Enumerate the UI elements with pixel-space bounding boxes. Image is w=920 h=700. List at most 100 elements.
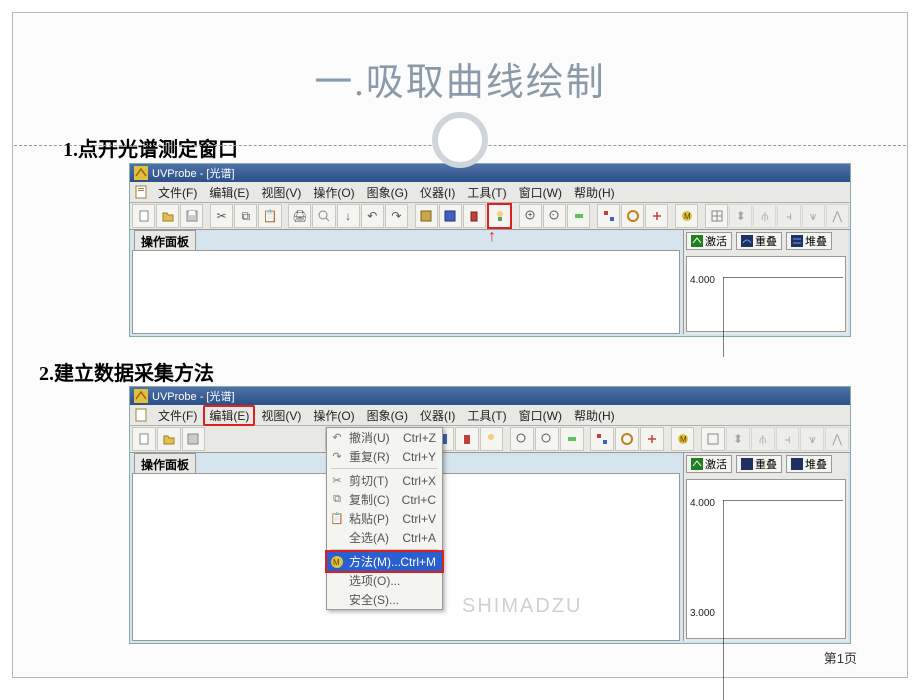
method-m2-icon[interactable]: M <box>671 427 695 451</box>
grid2-icon[interactable] <box>701 427 725 451</box>
menu-file[interactable]: 文件(F) <box>152 183 203 202</box>
menubar: 文件(F) 编辑(E) 视图(V) 操作(O) 图象(G) 仪器(I) 工具(T… <box>130 182 850 203</box>
menu-edit-highlighted[interactable]: 编辑(E) <box>203 405 255 426</box>
graph-preview: 4.000 <box>686 256 846 332</box>
grid-icon[interactable] <box>705 204 728 228</box>
menubar-2: 文件(F) 编辑(E) 视图(V) 操作(O) 图象(G) 仪器(I) 工具(T… <box>130 405 850 426</box>
tool-b2-icon[interactable] <box>615 427 639 451</box>
slide: 一.吸取曲线绘制 1.点开光谱测定窗口 UVProbe - [光谱] 文件(F)… <box>12 12 908 678</box>
peak3-icon[interactable]: ⫞ <box>777 204 800 228</box>
menu-tools-2[interactable]: 工具(T) <box>461 406 512 425</box>
screenshot-1: UVProbe - [光谱] 文件(F) 编辑(E) 视图(V) 操作(O) 图… <box>129 163 851 337</box>
dd-redo[interactable]: ↷重复(R)Ctrl+Y <box>327 447 442 466</box>
overlay-button-2[interactable]: 重叠 <box>736 455 782 473</box>
dd-undo[interactable]: ↶撤消(U)Ctrl+Z <box>327 428 442 447</box>
svg-text:M: M <box>684 212 691 221</box>
activate-button[interactable]: 激活 <box>686 232 732 250</box>
tool-a-icon[interactable] <box>597 204 620 228</box>
zoom-in-2-icon[interactable] <box>510 427 534 451</box>
menu-image-2[interactable]: 图象(G) <box>361 406 414 425</box>
menu-window-2[interactable]: 窗口(W) <box>513 406 568 425</box>
peak1-icon[interactable]: ⬍ <box>729 204 752 228</box>
undo-icon: ↶ <box>330 431 344 445</box>
menu-help-2[interactable]: 帮助(H) <box>568 406 621 425</box>
mode2-icon[interactable] <box>439 204 462 228</box>
stack-button[interactable]: 堆叠 <box>786 232 832 250</box>
mode1-icon[interactable] <box>415 204 438 228</box>
cut-icon: ✂ <box>330 474 344 488</box>
stack-button-2[interactable]: 堆叠 <box>786 455 832 473</box>
zoom-fit-icon[interactable] <box>567 204 590 228</box>
pk3-icon[interactable]: ⫞ <box>776 427 800 451</box>
mode3-icon[interactable] <box>463 204 486 228</box>
menu-operate-2[interactable]: 操作(O) <box>307 406 360 425</box>
peak2-icon[interactable]: ⫛ <box>753 204 776 228</box>
window-title: UVProbe - [光谱] <box>152 165 235 181</box>
menu-file-2[interactable]: 文件(F) <box>152 406 203 425</box>
spectrum-mode-icon[interactable] <box>487 203 512 229</box>
menu-instrument-2[interactable]: 仪器(I) <box>414 406 461 425</box>
right-toolbar: 激活 重叠 堆叠 <box>684 230 848 252</box>
menu-tools[interactable]: 工具(T) <box>461 183 512 202</box>
page-number: 第1页 <box>824 648 857 667</box>
workspace-area <box>132 250 680 334</box>
copy-icon[interactable]: ⧉ <box>234 204 257 228</box>
tool-c2-icon[interactable] <box>640 427 664 451</box>
menu-view-2[interactable]: 视图(V) <box>255 406 307 425</box>
dd-select-all[interactable]: 全选(A)Ctrl+A <box>327 528 442 547</box>
tool-a2-icon[interactable] <box>590 427 614 451</box>
dd-cut[interactable]: ✂剪切(T)Ctrl+X <box>327 471 442 490</box>
method-m-icon[interactable]: M <box>675 204 698 228</box>
preview-icon[interactable] <box>312 204 335 228</box>
menu-edit[interactable]: 编辑(E) <box>203 183 255 202</box>
dd-copy[interactable]: ⧉复制(C)Ctrl+C <box>327 490 442 509</box>
mode3b-icon[interactable] <box>455 427 479 451</box>
redo-icon[interactable]: ↷ <box>385 204 408 228</box>
zoom-out-2-icon[interactable] <box>535 427 559 451</box>
paste-icon[interactable]: 📋 <box>258 204 281 228</box>
zoom-out-icon[interactable]: - <box>543 204 566 228</box>
undo-icon[interactable]: ↶ <box>361 204 384 228</box>
open-icon[interactable] <box>156 204 179 228</box>
screenshot-2: UVProbe - [光谱] 文件(F) 编辑(E) 视图(V) 操作(O) 图… <box>129 386 851 644</box>
menu-operate[interactable]: 操作(O) <box>307 183 360 202</box>
print-icon[interactable]: 🖨 <box>288 204 311 228</box>
save-icon-2[interactable] <box>182 427 206 451</box>
menu-window[interactable]: 窗口(W) <box>513 183 568 202</box>
pk1-icon[interactable]: ⬍ <box>726 427 750 451</box>
open-icon-2[interactable] <box>157 427 181 451</box>
save-icon[interactable] <box>180 204 203 228</box>
tool-c-icon[interactable] <box>645 204 668 228</box>
pk5-icon[interactable]: ⋀ <box>825 427 849 451</box>
overlay-button[interactable]: 重叠 <box>736 232 782 250</box>
redo-icon: ↷ <box>330 450 344 464</box>
down-icon[interactable]: ↓ <box>337 204 360 228</box>
right-toolbar-2: 激活 重叠 堆叠 <box>684 453 848 475</box>
dd-options[interactable]: 选项(O)... <box>327 571 442 590</box>
menu-help[interactable]: 帮助(H) <box>568 183 621 202</box>
peak5-icon[interactable]: ⋀ <box>826 204 849 228</box>
menu-view[interactable]: 视图(V) <box>255 183 307 202</box>
zoom-fit-2-icon[interactable] <box>560 427 584 451</box>
tool-b-icon[interactable] <box>621 204 644 228</box>
app-icon-2 <box>134 389 148 403</box>
zoom-in-icon[interactable]: + <box>519 204 542 228</box>
watermark: SHIMADZU <box>462 595 582 618</box>
activate-button-2[interactable]: 激活 <box>686 455 732 473</box>
slide-title: 一.吸取曲线绘制 <box>13 51 907 106</box>
new-icon-2[interactable] <box>132 427 156 451</box>
pk2-icon[interactable]: ⫛ <box>751 427 775 451</box>
titlebar-2: UVProbe - [光谱] <box>130 387 850 405</box>
menu-instrument[interactable]: 仪器(I) <box>414 183 461 202</box>
mode4b-icon[interactable] <box>480 427 504 451</box>
dd-security[interactable]: 安全(S)... <box>327 590 442 609</box>
pk4-icon[interactable]: ⩛ <box>800 427 824 451</box>
dd-method[interactable]: M方法(M)...Ctrl+M <box>327 552 442 571</box>
menu-image[interactable]: 图象(G) <box>361 183 414 202</box>
dd-paste[interactable]: 📋粘贴(P)Ctrl+V <box>327 509 442 528</box>
svg-text:+: + <box>528 212 532 219</box>
new-icon[interactable] <box>132 204 155 228</box>
cut-icon[interactable]: ✂ <box>210 204 233 228</box>
peak4-icon[interactable]: ⩛ <box>802 204 825 228</box>
paste-icon: 📋 <box>330 512 344 526</box>
